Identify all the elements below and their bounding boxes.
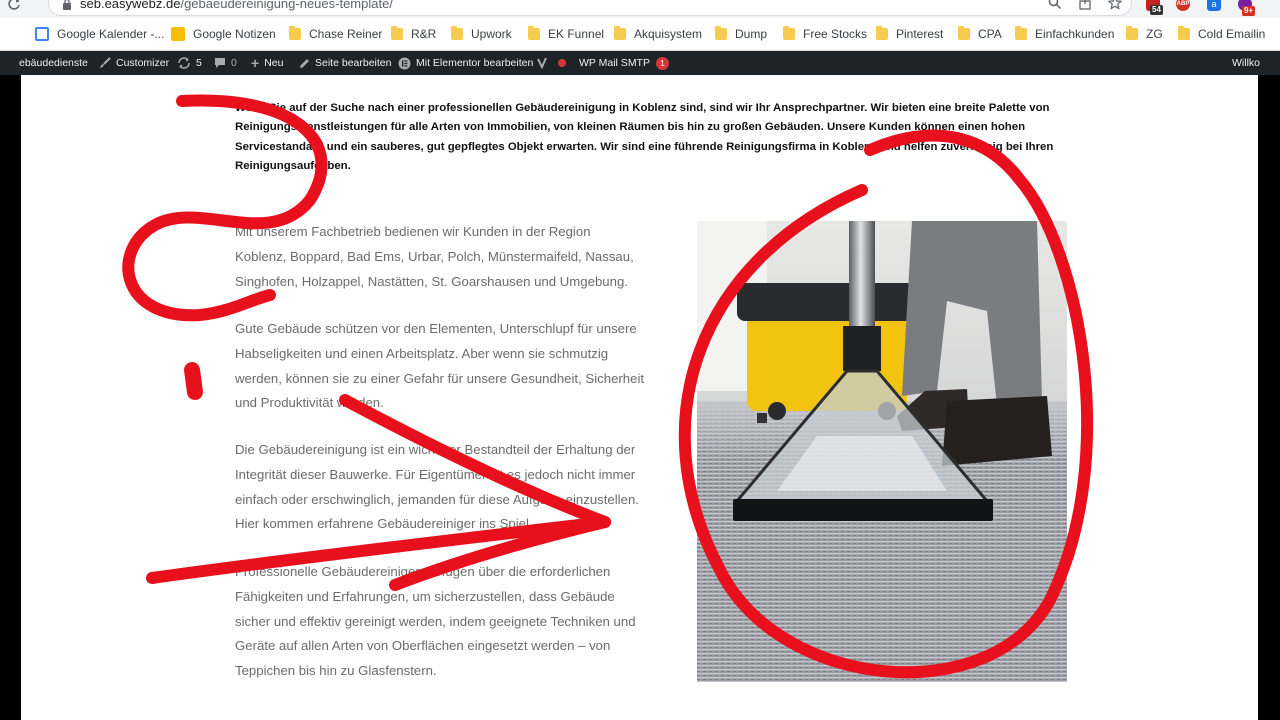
- updates-icon: [178, 57, 190, 69]
- bookmark-ek-funnel[interactable]: EK Funnel: [528, 26, 604, 42]
- adminbar-yoast[interactable]: [536, 56, 553, 70]
- bookmark-chase-reiner[interactable]: Chase Reiner: [289, 26, 382, 42]
- adminbar-edit-page[interactable]: Seite bearbeiten: [299, 56, 391, 70]
- bookmark-label: EK Funnel: [548, 27, 605, 41]
- bookmark-cold-emailing[interactable]: Cold Emailin: [1178, 26, 1265, 42]
- bookmark-label: Google Notizen: [193, 27, 276, 41]
- bookmark-label: Pinterest: [896, 27, 944, 41]
- extension-badge: 9+: [1242, 6, 1256, 16]
- yoast-icon: [537, 57, 547, 69]
- plus-icon: +: [251, 55, 260, 71]
- bookmark-google-kalender[interactable]: Google Kalender -...: [35, 26, 164, 42]
- service-region-paragraph: Mit unserem Fachbetrieb bedienen wir Kun…: [235, 224, 634, 289]
- edit-page-label: Seite bearbeiten: [315, 57, 392, 69]
- folder-icon: [1015, 26, 1027, 40]
- bookmark-zg[interactable]: ZG: [1126, 26, 1163, 42]
- status-dot-icon: [558, 59, 566, 67]
- bookmark-label: CPA: [978, 27, 1002, 41]
- folder-icon: [528, 26, 540, 40]
- bookmark-upwork[interactable]: Upwork: [451, 26, 512, 42]
- folder-icon: [289, 26, 301, 40]
- bookmark-einfachkunden[interactable]: Einfachkunden: [1015, 26, 1114, 42]
- professional-cleaners-paragraph: Professionelle Gebäudereiniger verfügen …: [235, 564, 636, 679]
- bookmark-label: Upwork: [471, 27, 512, 41]
- folder-icon: [1126, 26, 1138, 40]
- bookmark-label: Google Kalender -...: [57, 27, 165, 41]
- url-path: /gebaeudereinigung-neues-template/: [180, 0, 393, 11]
- folder-icon: [876, 26, 888, 40]
- adminbar-customizer[interactable]: Customizer: [99, 56, 169, 70]
- pencil-icon: [300, 58, 309, 68]
- bookmark-free-stocks[interactable]: Free Stocks: [783, 26, 867, 42]
- updates-count: 5: [196, 57, 202, 69]
- bookmark-label: Cold Emailin: [1198, 27, 1266, 41]
- paintbrush-icon: [100, 57, 111, 68]
- smtp-notification-badge: 1: [655, 56, 669, 70]
- lock-icon: [63, 0, 71, 10]
- window-edge: [1258, 75, 1280, 720]
- bookmark-google-notizen[interactable]: Google Notizen: [171, 26, 276, 42]
- folder-icon: [958, 26, 970, 40]
- buildings-paragraph: Gute Gebäude schützen vor den Elementen,…: [235, 321, 645, 411]
- bookmark-label: Einfachkunden: [1035, 27, 1115, 41]
- elementor-icon: [398, 57, 411, 69]
- folder-icon: [391, 26, 403, 40]
- bookmark-label: Chase Reiner: [309, 27, 383, 41]
- mail-ext-badge: 54: [1150, 5, 1163, 15]
- wp-admin-bar: ebäudedienste Customizer 5 0 + Neu Seite…: [0, 51, 1280, 75]
- site-name-label: ebäudedienste: [19, 57, 88, 69]
- adminbar-elementor[interactable]: Mit Elementor bearbeiten: [398, 56, 533, 70]
- search-icon[interactable]: [1048, 0, 1062, 10]
- adminbar-status-dot[interactable]: [558, 56, 566, 70]
- google-keep-icon: [171, 27, 185, 41]
- elementor-label: Mit Elementor bearbeiten: [416, 57, 534, 69]
- intro-paragraph: Wenn Sie auf der Suche nach einer profes…: [235, 102, 1054, 172]
- bookmark-label: ZG: [1146, 27, 1163, 41]
- bookmark-label: Akquisystem: [634, 27, 703, 41]
- adblock-icon[interactable]: ABP: [1176, 0, 1190, 11]
- bookmark-label: Free Stocks: [803, 27, 868, 41]
- bookmark-dump[interactable]: Dump: [715, 26, 767, 42]
- comment-icon: [215, 58, 225, 68]
- comments-count: 0: [231, 57, 237, 69]
- greeting-label: Willko: [1232, 57, 1260, 69]
- folder-icon: [451, 26, 463, 40]
- adminbar-comments[interactable]: 0: [214, 56, 237, 70]
- bookmarks-bar: Google Kalender -... Google Notizen Chas…: [0, 18, 1280, 51]
- bookmark-r-and-r[interactable]: R&R: [391, 26, 436, 42]
- share-icon[interactable]: [1078, 0, 1092, 10]
- bookmark-star-icon[interactable]: [1108, 0, 1122, 10]
- adminbar-greeting[interactable]: Willko: [1232, 56, 1260, 70]
- adminbar-new[interactable]: + Neu: [251, 55, 284, 71]
- new-label: Neu: [264, 57, 284, 69]
- folder-icon: [614, 26, 626, 40]
- carpet-cleaning-photo: [697, 221, 1067, 682]
- folder-icon: [1178, 26, 1190, 40]
- url-text[interactable]: seb.easywebz.de/gebaeudereinigung-neues-…: [80, 0, 393, 11]
- google-calendar-icon: [35, 27, 49, 41]
- bookmark-label: R&R: [411, 27, 437, 41]
- bookmark-label: Dump: [735, 27, 768, 41]
- smtp-label: WP Mail SMTP: [579, 57, 650, 69]
- bookmark-akquisystem[interactable]: Akquisystem: [614, 26, 702, 42]
- adminbar-updates[interactable]: 5: [177, 56, 202, 70]
- bookmark-pinterest[interactable]: Pinterest: [876, 26, 943, 42]
- page-content: Wenn Sie auf der Suche nach einer profes…: [21, 75, 1258, 720]
- adminbar-site-name[interactable]: ebäudedienste: [19, 56, 88, 70]
- adminbar-wp-mail-smtp[interactable]: WP Mail SMTP 1: [579, 56, 669, 70]
- bookmark-cpa[interactable]: CPA: [958, 26, 1002, 42]
- browser-toolbar: seb.easywebz.de/gebaeudereinigung-neues-…: [0, 0, 1280, 18]
- cleaning-importance-paragraph: Die Gebäudereinigung ist ein wichtiger B…: [235, 442, 639, 532]
- customizer-label: Customizer: [116, 57, 170, 69]
- translate-ext-icon[interactable]: a: [1207, 0, 1221, 11]
- folder-icon: [783, 26, 795, 40]
- reload-icon[interactable]: [6, 0, 22, 12]
- folder-icon: [715, 26, 727, 40]
- url-domain: seb.easywebz.de: [80, 0, 181, 11]
